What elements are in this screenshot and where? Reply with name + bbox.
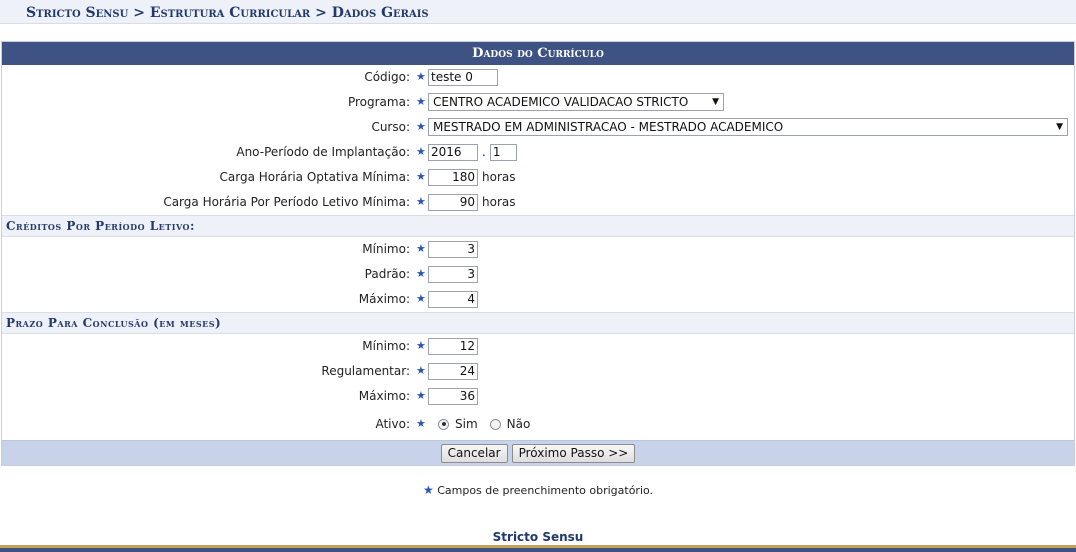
curso-selected: MESTRADO EM ADMINISTRACAO - MESTRADO ACA… xyxy=(433,120,784,134)
row-ativo: Ativo: ★ Sim Não xyxy=(2,409,1074,440)
ch-optativa-label: Carga Horária Optativa Mínima: xyxy=(219,170,410,184)
star-icon: ★ xyxy=(416,292,426,305)
programa-select[interactable]: CENTRO ACADEMICO VALIDACAO STRICTO ▼ xyxy=(428,93,724,111)
creditos-minimo-input[interactable]: 3 xyxy=(428,240,478,258)
prazo-regulamentar-label: Regulamentar: xyxy=(321,364,410,378)
footer-bar xyxy=(0,545,1076,552)
star-icon: ★ xyxy=(416,339,426,352)
star-icon: ★ xyxy=(416,267,426,280)
star-icon: ★ xyxy=(416,195,426,208)
star-icon: ★ xyxy=(416,70,426,83)
creditos-maximo-label: Máximo: xyxy=(358,292,410,306)
section-creditos: Créditos Por Período Letivo: xyxy=(2,215,1074,237)
row-creditos-padrao: Padrão: ★ 3 xyxy=(2,262,1074,287)
required-note: ★ Campos de preenchimento obrigatório. xyxy=(0,483,1076,497)
ativo-label: Ativo: xyxy=(375,417,410,431)
row-curso: Curso: ★ MESTRADO EM ADMINISTRACAO - MES… xyxy=(2,115,1074,140)
ch-periodo-label: Carga Horária Por Período Letivo Mínima: xyxy=(163,195,410,209)
row-ch-optativa: Carga Horária Optativa Mínima: ★ 180 hor… xyxy=(2,165,1074,190)
ch-optativa-unit: horas xyxy=(482,170,516,184)
programa-selected: CENTRO ACADEMICO VALIDACAO STRICTO xyxy=(433,95,689,109)
cancel-button[interactable]: Cancelar xyxy=(440,443,508,463)
row-codigo: Código: ★ teste 0 xyxy=(2,65,1074,90)
creditos-padrao-label: Padrão: xyxy=(364,267,410,281)
ch-periodo-input[interactable]: 90 xyxy=(428,193,478,211)
ano-periodo-label: Ano-Período de Implantação: xyxy=(236,145,410,159)
breadcrumb: Stricto Sensu > Estrutura Curricular > D… xyxy=(0,0,1076,24)
star-icon: ★ xyxy=(416,417,426,430)
ativo-nao-radio[interactable] xyxy=(489,418,501,430)
row-ano-periodo: Ano-Período de Implantação: ★ 2016 . 1 xyxy=(2,140,1074,165)
ativo-sim-radio[interactable] xyxy=(438,418,449,430)
star-icon: ★ xyxy=(416,95,426,108)
footer-link[interactable]: Stricto Sensu xyxy=(0,530,1076,544)
star-icon: ★ xyxy=(416,389,426,402)
prazo-regulamentar-input[interactable]: 24 xyxy=(428,362,478,380)
ativo-nao-label[interactable]: Não xyxy=(507,417,531,431)
creditos-minimo-label: Mínimo: xyxy=(362,242,410,256)
next-step-button[interactable]: Próximo Passo >> xyxy=(511,443,636,463)
row-prazo-minimo: Mínimo: ★ 12 xyxy=(2,334,1074,359)
form-dados-curriculo: Dados do Currículo Código: ★ teste 0 Pro… xyxy=(1,41,1075,466)
form-caption: Dados do Currículo xyxy=(2,42,1074,65)
prazo-minimo-label: Mínimo: xyxy=(362,339,410,353)
period-separator: . xyxy=(482,145,486,159)
periodo-input[interactable]: 1 xyxy=(489,143,517,161)
row-prazo-maximo: Máximo: ★ 36 xyxy=(2,384,1074,409)
star-icon: ★ xyxy=(416,364,426,377)
codigo-input[interactable]: teste 0 xyxy=(428,68,498,86)
row-prazo-regulamentar: Regulamentar: ★ 24 xyxy=(2,359,1074,384)
row-programa: Programa: ★ CENTRO ACADEMICO VALIDACAO S… xyxy=(2,90,1074,115)
star-icon: ★ xyxy=(416,242,426,255)
prazo-minimo-input[interactable]: 12 xyxy=(428,337,478,355)
required-note-text: Campos de preenchimento obrigatório. xyxy=(437,484,654,497)
ch-optativa-input[interactable]: 180 xyxy=(428,168,478,186)
prazo-maximo-input[interactable]: 36 xyxy=(428,387,478,405)
creditos-maximo-input[interactable]: 4 xyxy=(428,290,478,308)
row-ch-periodo: Carga Horária Por Período Letivo Mínima:… xyxy=(2,190,1074,215)
creditos-padrao-input[interactable]: 3 xyxy=(428,265,478,283)
chevron-down-icon: ▼ xyxy=(712,97,719,107)
star-icon: ★ xyxy=(416,145,426,158)
chevron-down-icon: ▼ xyxy=(1056,122,1063,132)
star-icon: ★ xyxy=(422,483,434,497)
ativo-sim-label[interactable]: Sim xyxy=(455,417,478,431)
star-icon: ★ xyxy=(416,170,426,183)
curso-label: Curso: xyxy=(371,120,410,134)
ch-periodo-unit: horas xyxy=(482,195,516,209)
programa-label: Programa: xyxy=(347,95,410,109)
row-creditos-minimo: Mínimo: ★ 3 xyxy=(2,237,1074,262)
section-prazo: Prazo Para Conclusão (em meses) xyxy=(2,312,1074,334)
button-bar: Cancelar Próximo Passo >> xyxy=(2,440,1074,465)
star-icon: ★ xyxy=(416,120,426,133)
row-creditos-maximo: Máximo: ★ 4 xyxy=(2,287,1074,312)
curso-select[interactable]: MESTRADO EM ADMINISTRACAO - MESTRADO ACA… xyxy=(428,118,1068,136)
ano-input[interactable]: 2016 xyxy=(428,143,478,161)
codigo-label: Código: xyxy=(364,70,410,84)
prazo-maximo-label: Máximo: xyxy=(358,389,410,403)
